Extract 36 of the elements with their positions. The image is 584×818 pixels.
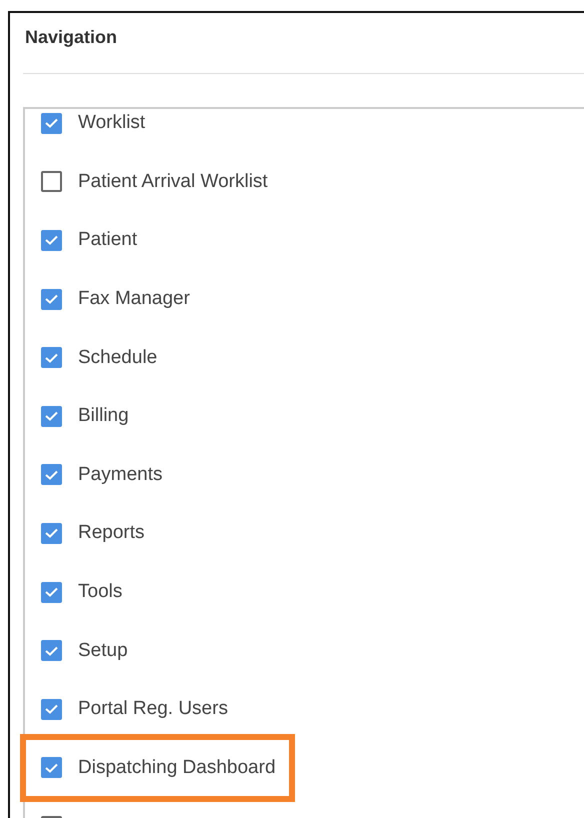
checkbox[interactable] (41, 406, 62, 427)
check-icon (45, 646, 58, 656)
checkbox-label: Payments (78, 464, 162, 486)
check-icon (45, 411, 58, 422)
checkbox-label: Fax Manager (78, 288, 190, 310)
check-icon (45, 587, 58, 598)
checkbox-label: Schedule (78, 346, 158, 369)
checkbox[interactable] (41, 640, 62, 662)
check-icon (45, 352, 58, 363)
checkbox[interactable] (41, 582, 62, 603)
checkbox[interactable] (41, 757, 62, 778)
check-icon (45, 118, 58, 128)
check-icon (45, 294, 58, 304)
panel-title: Navigation (24, 26, 118, 49)
checkbox-label: Tools (78, 581, 122, 604)
check-icon (45, 235, 58, 246)
check-icon (45, 528, 58, 538)
checkbox[interactable] (41, 698, 62, 720)
checkbox-label: Dispatching Dashboard (78, 756, 276, 779)
checkbox[interactable] (41, 347, 62, 368)
checkbox-label: Worklist (78, 112, 146, 134)
check-icon (45, 470, 58, 480)
check-icon (45, 704, 58, 714)
checkbox-label: Portal Reg. Users (78, 698, 228, 720)
checkbox-label: Billing (78, 405, 129, 428)
checkbox-label: Patient Arrival Worklist (78, 170, 268, 193)
checkbox-label: Reports (78, 522, 145, 544)
checkbox[interactable] (41, 112, 62, 134)
checkbox[interactable] (41, 522, 62, 544)
checkbox[interactable] (41, 171, 62, 192)
checkbox-label: Patient (78, 229, 138, 252)
checkbox[interactable] (41, 464, 62, 486)
check-icon (45, 762, 58, 773)
checkbox[interactable] (41, 288, 62, 310)
checkbox[interactable] (41, 230, 62, 251)
checkbox-label: Setup (78, 640, 128, 662)
